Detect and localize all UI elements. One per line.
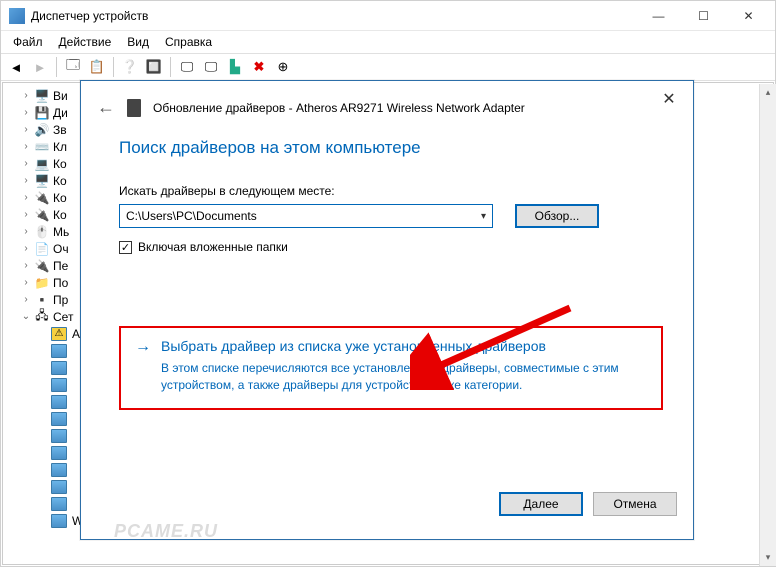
refresh-button[interactable]: ⊕: [272, 56, 294, 78]
help-button[interactable]: ❔: [119, 56, 141, 78]
path-label: Искать драйверы в следующем месте:: [119, 184, 663, 198]
vertical-scrollbar[interactable]: ▴▾: [759, 84, 776, 566]
next-button[interactable]: Далее: [499, 492, 583, 516]
dialog-title: Обновление драйверов - Atheros AR9271 Wi…: [153, 101, 525, 115]
menu-action[interactable]: Действие: [51, 33, 120, 51]
title-bar: Диспетчер устройств — ☐ ✕: [1, 1, 775, 31]
watermark: PCAME.RU: [114, 521, 218, 542]
menu-help[interactable]: Справка: [157, 33, 220, 51]
maximize-button[interactable]: ☐: [681, 2, 726, 30]
app-icon: [9, 8, 25, 24]
pick-driver-option[interactable]: → Выбрать драйвер из списка уже установл…: [119, 326, 663, 410]
update-driver-button[interactable]: 🖵: [176, 56, 198, 78]
forward-button[interactable]: ►: [29, 56, 51, 78]
remove-button[interactable]: ✖: [248, 56, 270, 78]
include-subfolders-checkbox[interactable]: ✓: [119, 241, 132, 254]
show-hidden-button[interactable]: 🗔: [62, 56, 84, 78]
uninstall-button[interactable]: ▙: [224, 56, 246, 78]
window-title: Диспетчер устройств: [31, 9, 636, 23]
dialog-close-button[interactable]: ✕: [655, 89, 683, 109]
close-button[interactable]: ✕: [726, 2, 771, 30]
disable-button[interactable]: 🖵: [200, 56, 222, 78]
pick-driver-description: В этом списке перечисляются все установл…: [135, 360, 647, 394]
dialog-heading: Поиск драйверов на этом компьютере: [119, 138, 663, 158]
pick-driver-title: Выбрать драйвер из списка уже установлен…: [161, 338, 546, 354]
path-value: C:\Users\PC\Documents: [126, 209, 257, 223]
minimize-button[interactable]: —: [636, 2, 681, 30]
include-subfolders-label: Включая вложенные папки: [138, 240, 288, 254]
path-combobox[interactable]: C:\Users\PC\Documents ▾: [119, 204, 493, 228]
menu-bar: Файл Действие Вид Справка: [1, 31, 775, 53]
chevron-down-icon: ▾: [481, 211, 486, 222]
driver-update-dialog: ✕ ← Обновление драйверов - Atheros AR927…: [80, 80, 694, 540]
back-button[interactable]: ◄: [5, 56, 27, 78]
properties-button[interactable]: 📋: [86, 56, 108, 78]
scan-button[interactable]: 🔲: [143, 56, 165, 78]
cancel-button[interactable]: Отмена: [593, 492, 677, 516]
menu-view[interactable]: Вид: [119, 33, 157, 51]
toolbar: ◄ ► 🗔 📋 ❔ 🔲 🖵 🖵 ▙ ✖ ⊕: [1, 53, 775, 81]
dialog-back-button[interactable]: ←: [97, 97, 115, 118]
browse-button[interactable]: Обзор...: [515, 204, 599, 228]
driver-icon: [127, 99, 141, 117]
menu-file[interactable]: Файл: [5, 33, 51, 51]
arrow-right-icon: →: [135, 338, 151, 356]
